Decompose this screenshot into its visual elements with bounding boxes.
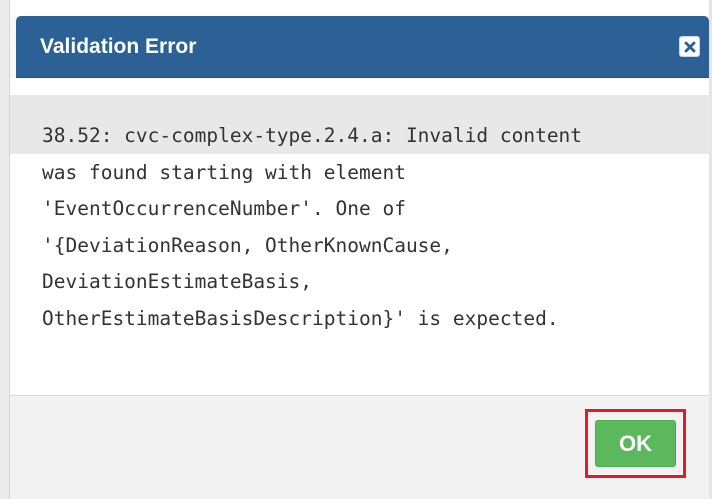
message-line: '{DeviationReason, OtherKnownCause,: [42, 233, 453, 257]
close-button[interactable]: [679, 36, 700, 57]
error-message: 38.52: cvc-complex-type.2.4.a: Invalid c…: [42, 118, 692, 337]
dialog-top-margin: [10, 0, 709, 16]
message-line: DeviationEstimateBasis,: [42, 270, 313, 293]
ok-button[interactable]: OK: [595, 420, 676, 467]
background-page-edge: [0, 0, 10, 499]
close-x-icon: [684, 41, 695, 52]
dialog-header: Validation Error: [16, 16, 709, 78]
ok-button-highlight: OK: [585, 409, 686, 478]
message-line: OtherEstimateBasisDescription}' is expec…: [42, 306, 559, 330]
message-line: 38.52: cvc-complex-type.2.4.a: Invalid c…: [42, 124, 583, 147]
message-line: 'EventOccurrenceNumber'. One of: [42, 197, 406, 220]
screenshot-page: Validation Error 38.52: cvc-complex-type…: [0, 0, 712, 499]
dialog-footer: OK: [10, 395, 709, 499]
dialog-title: Validation Error: [40, 35, 197, 58]
dialog-body: 38.52: cvc-complex-type.2.4.a: Invalid c…: [10, 78, 709, 395]
message-line: was found starting with element: [42, 160, 406, 184]
